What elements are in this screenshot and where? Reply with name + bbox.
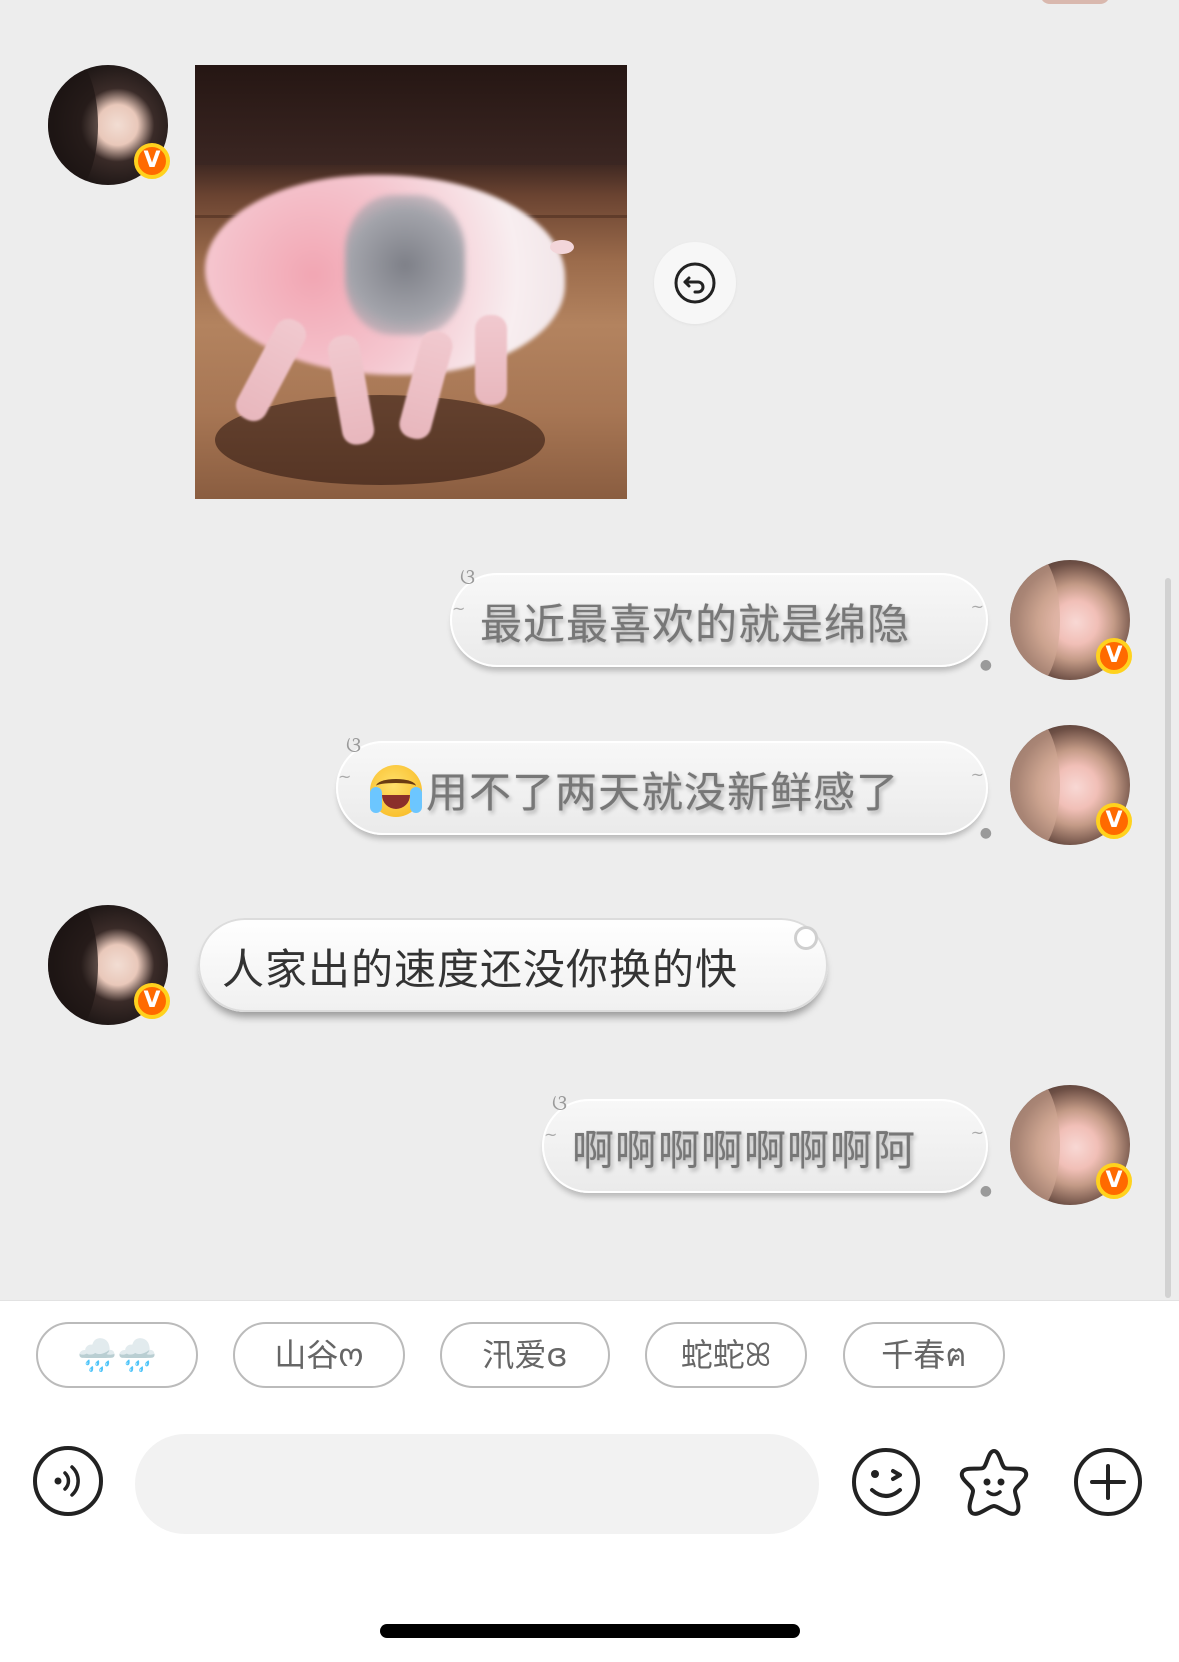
message-text: 啊啊啊啊啊啊啊阿 <box>572 1126 917 1175</box>
message-text: 最近最喜欢的就是绵隐 <box>480 600 911 649</box>
sticker-button[interactable] <box>958 1446 1030 1518</box>
verified-badge: V <box>1096 638 1132 674</box>
message-text-content: 用不了两天就没新鲜感了 <box>426 768 900 817</box>
self-avatar[interactable]: V <box>1010 725 1132 845</box>
star-face-icon <box>958 1449 1030 1522</box>
self-avatar[interactable]: V <box>1010 1085 1132 1205</box>
message-bubble-outgoing[interactable]: ଓ ~ ~ ● 用不了两天就没新鲜感了 <box>336 733 992 841</box>
message-text: 用不了两天就没新鲜感了 <box>370 759 899 820</box>
reply-button[interactable] <box>654 242 736 324</box>
emoji-button[interactable] <box>850 1446 922 1518</box>
paw-decoration: ● <box>979 825 992 841</box>
message-bubble-outgoing[interactable]: ଓ ~ ~ ● 啊啊啊啊啊啊啊阿 <box>542 1091 992 1199</box>
whisker-decoration: ~ <box>338 767 352 786</box>
message-bubble-outgoing[interactable]: ଓ ~ ~ ● 最近最喜欢的就是绵隐 <box>450 565 992 673</box>
message-text: 人家出的速度还没你换的快 <box>222 945 739 994</box>
quick-reply-chip[interactable]: 汛爱ɞ <box>440 1322 610 1388</box>
whisker-decoration: ~ <box>452 599 466 618</box>
bow-decoration: ଓ <box>460 565 476 590</box>
paw-decoration: ● <box>979 1183 992 1199</box>
whisker-decoration: ~ <box>970 1123 984 1142</box>
whisker-decoration: ~ <box>544 1125 558 1144</box>
chat-area[interactable]: V ଓ ~ ~ ● 最近最喜欢的就是绵隐 V ଓ ~ ~ ● 用不了两天就没新鲜… <box>0 0 1179 1300</box>
contact-avatar[interactable]: V <box>48 905 170 1025</box>
crying-laughing-emoji-icon <box>370 765 422 817</box>
avatar-partial <box>1040 0 1110 4</box>
quick-reply-chip[interactable]: 🌧️🌧️ <box>36 1322 198 1388</box>
home-indicator[interactable] <box>380 1624 800 1638</box>
verified-badge: V <box>1096 1163 1132 1199</box>
verified-badge: V <box>1096 803 1132 839</box>
wink-emoji-icon <box>850 1448 922 1522</box>
whisker-decoration: ~ <box>970 597 984 616</box>
more-button[interactable] <box>1072 1446 1144 1518</box>
plus-icon <box>1072 1448 1144 1522</box>
contact-avatar[interactable]: V <box>48 65 170 185</box>
bow-decoration: ଓ <box>346 733 362 758</box>
voice-button[interactable] <box>33 1446 103 1516</box>
whisker-decoration: ~ <box>970 765 984 784</box>
self-avatar[interactable]: V <box>1010 560 1132 680</box>
verified-badge: V <box>134 143 170 179</box>
input-panel: 🌧️🌧️ 山谷ო 汛爱ɞ 蛇蛇ꕤ 千春ฅ <box>0 1300 1179 1662</box>
quick-reply-chip[interactable]: 山谷ო <box>233 1322 405 1388</box>
paw-decoration: ● <box>979 657 992 673</box>
message-bubble-incoming[interactable]: 人家出的速度还没你换的快 <box>198 918 828 1012</box>
quick-reply-chip[interactable]: 蛇蛇ꕤ <box>645 1322 807 1388</box>
pig-gif-message[interactable] <box>195 65 627 499</box>
sparkle-decoration <box>794 926 818 950</box>
quick-reply-chip[interactable]: 千春ฅ <box>843 1322 1005 1388</box>
scrollbar[interactable] <box>1165 578 1171 1298</box>
bow-decoration: ଓ <box>552 1091 568 1116</box>
message-input[interactable] <box>135 1434 819 1534</box>
verified-badge: V <box>134 983 170 1019</box>
